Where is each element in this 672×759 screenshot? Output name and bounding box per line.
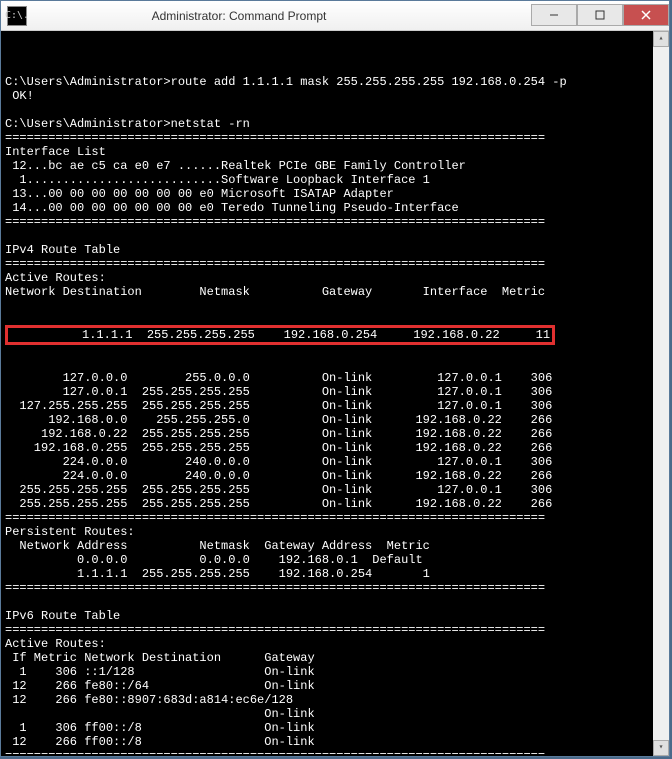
- scroll-down-button[interactable]: ▾: [653, 740, 669, 756]
- terminal-line: 12 266 ff00::/8 On-link: [5, 735, 665, 749]
- terminal-output[interactable]: C:\Users\Administrator>route add 1.1.1.1…: [1, 31, 669, 756]
- terminal-line: 12 266 fe80::8907:683d:a814:ec6e/128: [5, 693, 665, 707]
- scroll-track[interactable]: [653, 47, 669, 740]
- terminal-line: 1.1.1.1 255.255.255.255 192.168.0.254 1: [5, 567, 665, 581]
- terminal-line: ========================================…: [5, 623, 665, 637]
- terminal-line: 192.168.0.22 255.255.255.255 On-link 192…: [5, 427, 665, 441]
- terminal-line: 192.168.0.255 255.255.255.255 On-link 19…: [5, 441, 665, 455]
- terminal-line: 13...00 00 00 00 00 00 00 e0 Microsoft I…: [5, 187, 665, 201]
- terminal-line: 127.0.0.0 255.0.0.0 On-link 127.0.0.1 30…: [5, 371, 665, 385]
- terminal-line: ========================================…: [5, 131, 665, 145]
- maximize-button[interactable]: [577, 4, 623, 26]
- terminal-line: Network Address Netmask Gateway Address …: [5, 539, 665, 553]
- terminal-line: 127.0.0.1 255.255.255.255 On-link 127.0.…: [5, 385, 665, 399]
- terminal-line: 12...bc ae c5 ca e0 e7 ......Realtek PCI…: [5, 159, 665, 173]
- window-controls: [531, 5, 669, 26]
- terminal-line: On-link: [5, 707, 665, 721]
- terminal-line: C:\Users\Administrator>route add 1.1.1.1…: [5, 75, 665, 89]
- terminal-line: 224.0.0.0 240.0.0.0 On-link 192.168.0.22…: [5, 469, 665, 483]
- terminal-line: 255.255.255.255 255.255.255.255 On-link …: [5, 483, 665, 497]
- chevron-down-icon: ▾: [659, 741, 664, 755]
- terminal-line: 0.0.0.0 0.0.0.0 192.168.0.1 Default: [5, 553, 665, 567]
- terminal-line: [5, 229, 665, 243]
- terminal-line: IPv6 Route Table: [5, 609, 665, 623]
- terminal-line: Persistent Routes:: [5, 525, 665, 539]
- terminal-line: 1 306 ff00::/8 On-link: [5, 721, 665, 735]
- terminal-line: Interface List: [5, 145, 665, 159]
- terminal-line: ========================================…: [5, 749, 665, 756]
- highlighted-route-row: 1.1.1.1 255.255.255.255 192.168.0.254 19…: [5, 325, 555, 345]
- close-button[interactable]: [623, 4, 669, 26]
- terminal-line: Network Destination Netmask Gateway Inte…: [5, 285, 665, 299]
- terminal-line: ========================================…: [5, 215, 665, 229]
- terminal-line: OK!: [5, 89, 665, 103]
- terminal-line: 14...00 00 00 00 00 00 00 e0 Teredo Tunn…: [5, 201, 665, 215]
- terminal-line: 1...........................Software Loo…: [5, 173, 665, 187]
- window-title: Administrator: Command Prompt: [0, 9, 531, 23]
- terminal-line: ========================================…: [5, 511, 665, 525]
- terminal-line: [5, 103, 665, 117]
- scroll-up-button[interactable]: ▴: [653, 31, 669, 47]
- terminal-line: ========================================…: [5, 581, 665, 595]
- terminal-line: 1 306 ::1/128 On-link: [5, 665, 665, 679]
- terminal-line: 224.0.0.0 240.0.0.0 On-link 127.0.0.1 30…: [5, 455, 665, 469]
- close-icon: [641, 10, 651, 20]
- minimize-icon: [549, 10, 559, 20]
- terminal-line: 12 266 fe80::/64 On-link: [5, 679, 665, 693]
- terminal-line: 255.255.255.255 255.255.255.255 On-link …: [5, 497, 665, 511]
- terminal-line: If Metric Network Destination Gateway: [5, 651, 665, 665]
- minimize-button[interactable]: [531, 4, 577, 26]
- titlebar[interactable]: C:\. Administrator: Command Prompt: [1, 1, 669, 31]
- chevron-up-icon: ▴: [659, 32, 664, 46]
- terminal-line: Active Routes:: [5, 637, 665, 651]
- terminal-line: [5, 61, 665, 75]
- terminal-line: Active Routes:: [5, 271, 665, 285]
- terminal-line: C:\Users\Administrator>netstat -rn: [5, 117, 665, 131]
- maximize-icon: [595, 10, 605, 20]
- terminal-line: IPv4 Route Table: [5, 243, 665, 257]
- terminal-line: [5, 595, 665, 609]
- vertical-scrollbar[interactable]: ▴ ▾: [653, 31, 669, 756]
- terminal-line: 127.255.255.255 255.255.255.255 On-link …: [5, 399, 665, 413]
- terminal-line: 192.168.0.0 255.255.255.0 On-link 192.16…: [5, 413, 665, 427]
- command-prompt-window: C:\. Administrator: Command Prompt C:\Us…: [0, 0, 670, 757]
- terminal-line: ========================================…: [5, 257, 665, 271]
